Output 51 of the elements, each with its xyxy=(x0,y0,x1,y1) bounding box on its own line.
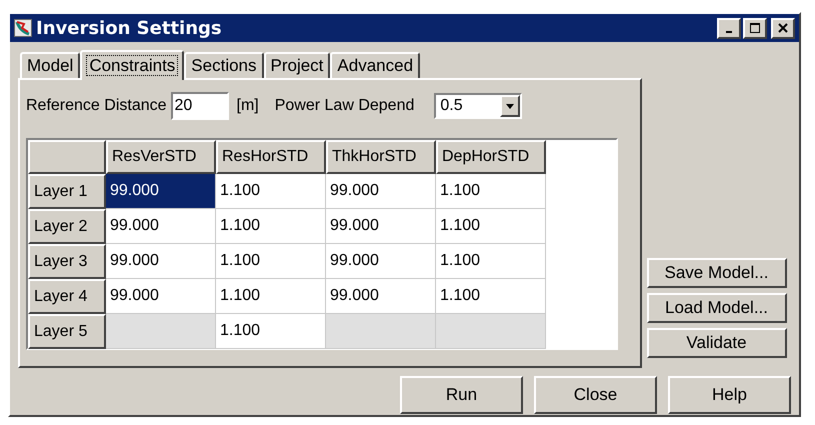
row-header: Layer 3 xyxy=(28,244,106,279)
side-button[interactable]: Load Model... xyxy=(646,293,786,323)
power-law-label: Power Law Depend xyxy=(274,97,414,115)
reference-distance-label: Reference Distance xyxy=(26,97,167,115)
side-button[interactable]: Save Model... xyxy=(646,258,786,288)
dialog-button[interactable]: Help xyxy=(668,376,791,414)
tab[interactable]: Model xyxy=(20,52,80,78)
app-icon xyxy=(14,19,32,37)
column-header: ThkHorSTD xyxy=(326,140,436,174)
column-header: ResHorSTD xyxy=(216,140,326,174)
dropdown-arrow-icon xyxy=(506,104,514,108)
column-header: ResVerSTD xyxy=(106,140,216,174)
table-cell[interactable]: 1.100 xyxy=(216,244,326,279)
table-cell[interactable]: 1.100 xyxy=(436,174,546,209)
table-cell[interactable]: 1.100 xyxy=(216,174,326,209)
row-header: Layer 5 xyxy=(28,314,106,349)
table-cell[interactable]: 99.000 xyxy=(106,244,216,279)
table-cell[interactable]: 99.000 xyxy=(326,174,436,209)
table-cell[interactable]: 99.000 xyxy=(106,174,216,209)
row-header: Layer 2 xyxy=(28,209,106,244)
table-cell[interactable]: 1.100 xyxy=(216,314,326,349)
table-cell[interactable]: 99.000 xyxy=(326,279,436,314)
unit-label: [m] xyxy=(236,97,259,115)
row-header: Layer 4 xyxy=(28,279,106,314)
tab[interactable]: Project xyxy=(264,52,330,78)
side-button[interactable]: Validate xyxy=(646,328,786,358)
tab[interactable]: Advanced xyxy=(330,52,420,78)
column-header: DepHorSTD xyxy=(436,140,546,174)
reference-distance-field[interactable]: 20 xyxy=(170,92,229,120)
table-cell[interactable]: 1.100 xyxy=(216,209,326,244)
dialog-button[interactable]: Close xyxy=(534,376,657,414)
maximize-icon xyxy=(750,23,760,33)
window-title: Inversion Settings xyxy=(36,18,222,38)
minimize-icon xyxy=(726,31,732,33)
table-cell[interactable]: 1.100 xyxy=(436,244,546,279)
table-cell[interactable]: 99.000 xyxy=(326,209,436,244)
row-header: Layer 1 xyxy=(28,174,106,209)
table-cell[interactable]: 1.100 xyxy=(216,279,326,314)
dialog-button[interactable]: Run xyxy=(400,376,523,414)
table-cell[interactable]: 99.000 xyxy=(106,279,216,314)
power-law-dropdown[interactable]: 0.5 xyxy=(434,93,522,119)
table-cell[interactable]: 99.000 xyxy=(106,209,216,244)
table-cell[interactable]: 99.000 xyxy=(326,244,436,279)
table-cell[interactable]: 1.100 xyxy=(436,209,546,244)
close-icon xyxy=(778,23,788,33)
table-cell[interactable]: 1.100 xyxy=(436,279,546,314)
minimize-button[interactable] xyxy=(717,18,741,38)
tab[interactable]: Sections xyxy=(184,52,264,78)
close-button[interactable] xyxy=(771,18,795,38)
maximize-button[interactable] xyxy=(743,18,767,38)
tab[interactable]: Constraints xyxy=(80,50,184,80)
